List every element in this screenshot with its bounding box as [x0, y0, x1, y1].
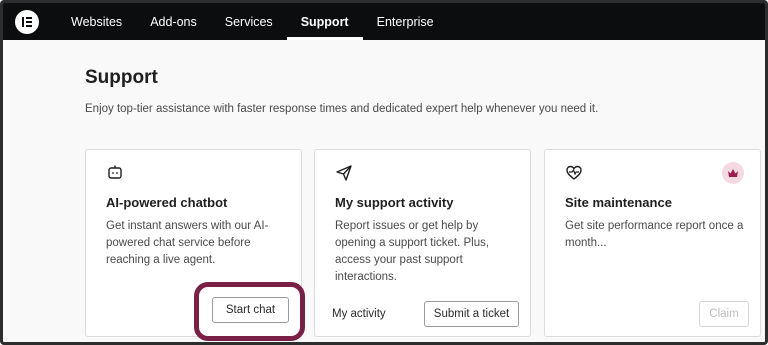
my-activity-link[interactable]: My activity	[332, 308, 386, 320]
premium-badge	[722, 162, 744, 184]
paper-plane-icon	[336, 165, 352, 181]
submit-ticket-button[interactable]: Submit a ticket	[424, 301, 519, 327]
site-maintenance-card: Site maintenance Get site performance re…	[544, 149, 761, 337]
card-description: Report issues or get help by opening a s…	[335, 220, 490, 283]
page-subtitle: Enjoy top-tier assistance with faster re…	[85, 103, 599, 115]
claim-button[interactable]: Claim	[699, 301, 749, 327]
page-header: Support Enjoy top-tier assistance with f…	[85, 67, 765, 115]
card-title: Site maintenance	[565, 195, 672, 210]
nav-item-services[interactable]: Services	[211, 3, 287, 40]
nav-item-support[interactable]: Support	[286, 3, 363, 40]
elementor-logo-icon[interactable]	[15, 9, 39, 34]
nav-item-add-ons[interactable]: Add-ons	[136, 3, 211, 40]
card-description: Get site performance report once a month…	[565, 220, 744, 249]
chatbot-icon	[108, 165, 122, 179]
crown-icon	[728, 169, 738, 177]
nav-item-websites[interactable]: Websites	[57, 3, 136, 40]
page-title: Support	[85, 67, 158, 88]
top-navigation: Websites Add-ons Services Support Enterp…	[3, 3, 765, 40]
highlight-annotation	[194, 282, 305, 341]
card-description: Get instant answers with our AI-powered …	[106, 220, 269, 266]
app-frame: Websites Add-ons Services Support Enterp…	[0, 0, 768, 345]
card-title: My support activity	[335, 195, 454, 210]
nav-item-enterprise[interactable]: Enterprise	[363, 3, 448, 40]
card-title: AI-powered chatbot	[106, 195, 228, 210]
heart-pulse-icon	[566, 165, 582, 180]
support-activity-card: My support activity Report issues or get…	[314, 149, 531, 337]
